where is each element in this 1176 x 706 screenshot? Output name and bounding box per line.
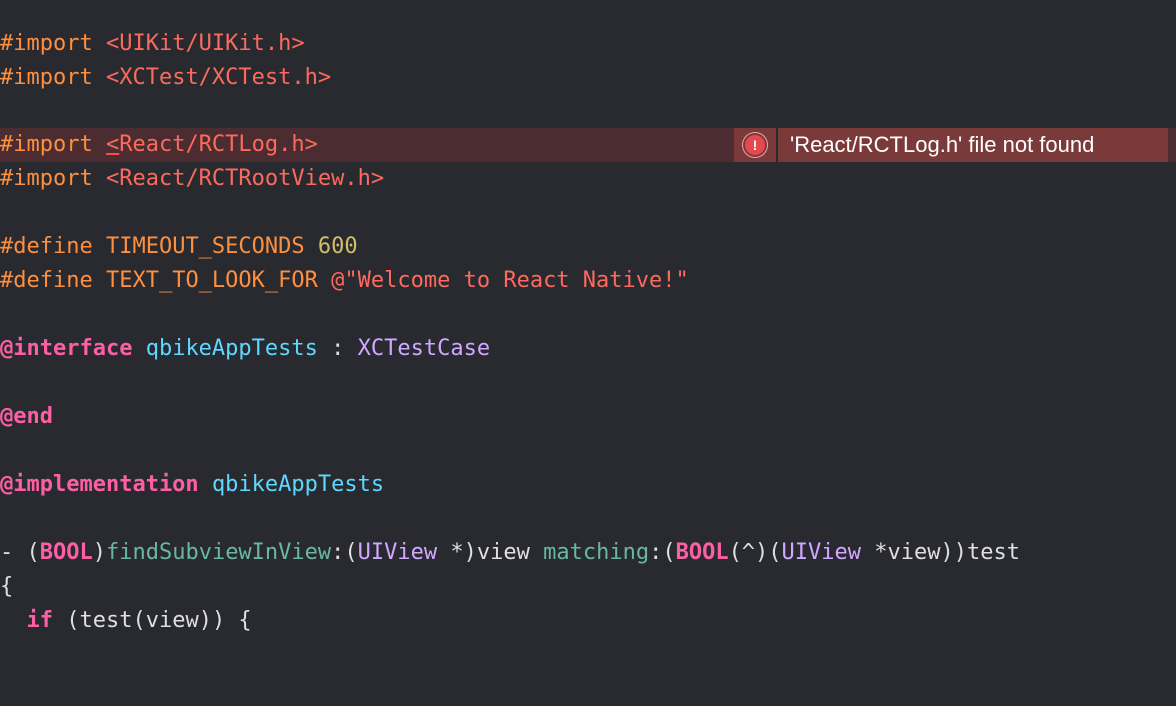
import-path: <React/RCTRootView.h>: [105, 166, 385, 191]
code-line[interactable]: {: [0, 570, 1176, 604]
condition: (test(view)) {: [53, 608, 252, 633]
error-badge[interactable]: !: [734, 128, 778, 162]
error-message[interactable]: 'React/RCTLog.h' file not found: [778, 128, 1168, 162]
import-path: React/RCTLog.h>: [119, 132, 318, 157]
punctuation: :(: [649, 540, 676, 565]
return-type: BOOL: [675, 540, 729, 565]
return-type: BOOL: [39, 540, 93, 565]
code-line[interactable]: @implementation qbikeAppTests: [0, 468, 1176, 502]
code-line[interactable]: @end: [0, 400, 1176, 434]
preprocessor-keyword: #define: [0, 268, 93, 293]
keyword: @end: [0, 404, 53, 429]
import-path: <UIKit/UIKit.h>: [105, 31, 305, 56]
preprocessor-keyword: #import: [0, 31, 93, 56]
error-location-marker: <: [105, 132, 120, 157]
keyword: if: [26, 608, 54, 633]
code-line[interactable]: if (test(view)) {: [0, 604, 1176, 638]
preprocessor-keyword: #import: [0, 65, 93, 90]
punctuation: - (: [0, 540, 40, 565]
type-name: UIView: [781, 540, 862, 565]
macro-name: TIMEOUT_SECONDS: [105, 234, 305, 259]
code-line[interactable]: #import <React/RCTRootView.h>: [0, 162, 1176, 196]
code-line[interactable]: #define TEXT_TO_LOOK_FOR @"Welcome to Re…: [0, 264, 1176, 298]
punctuation: (^)(: [728, 540, 782, 565]
code-line[interactable]: @interface qbikeAppTests : XCTestCase: [0, 332, 1176, 366]
parameter: *view))test: [861, 540, 1020, 565]
class-name: qbikeAppTests: [211, 472, 385, 497]
string-literal: @"Welcome to React Native!": [331, 268, 689, 293]
macro-name: TEXT_TO_LOOK_FOR: [105, 268, 318, 293]
preprocessor-keyword: #import: [0, 166, 93, 191]
code-line[interactable]: #import <UIKit/UIKit.h>: [0, 27, 1176, 61]
code-line-error[interactable]: #import <React/RCTLog.h> ! 'React/RCTLog…: [0, 128, 1176, 162]
code-editor[interactable]: #import <UIKit/UIKit.h> #import <XCTest/…: [0, 0, 1176, 640]
parameter: *)view: [437, 540, 544, 565]
keyword: @implementation: [0, 472, 199, 497]
code-line[interactable]: - (BOOL)findSubviewInView:(UIView *)view…: [0, 536, 1176, 570]
type-name: UIView: [357, 540, 438, 565]
method-selector: matching: [543, 540, 650, 565]
brace: {: [0, 574, 14, 599]
keyword: @interface: [0, 336, 133, 361]
preprocessor-keyword: #import: [0, 132, 93, 157]
superclass-name: XCTestCase: [357, 336, 491, 361]
preprocessor-keyword: #define: [0, 234, 93, 259]
number-literal: 600: [317, 234, 358, 259]
class-name: qbikeAppTests: [145, 336, 318, 361]
method-selector: findSubviewInView: [105, 540, 332, 565]
punctuation: :: [317, 336, 358, 361]
code-line[interactable]: #import <XCTest/XCTest.h>: [0, 61, 1176, 95]
punctuation: ): [92, 540, 106, 565]
error-circle-icon: !: [745, 135, 765, 155]
code-line[interactable]: #define TIMEOUT_SECONDS 600: [0, 230, 1176, 264]
punctuation: :(: [331, 540, 358, 565]
import-path: <XCTest/XCTest.h>: [105, 65, 332, 90]
